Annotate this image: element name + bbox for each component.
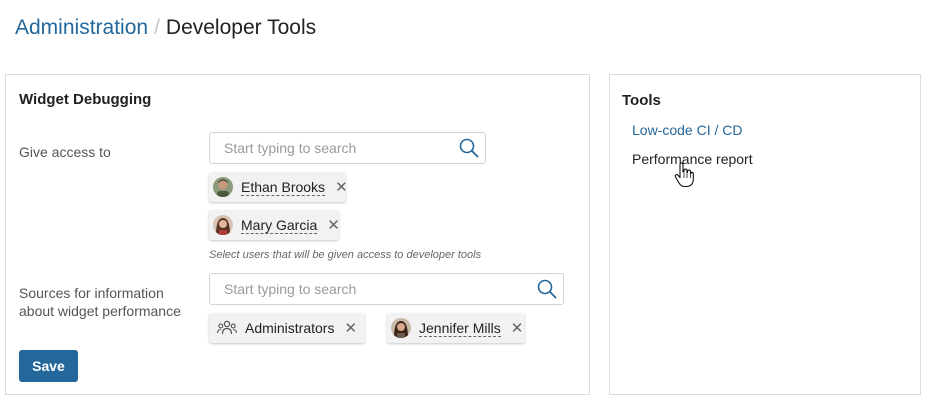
tools-title: Tools xyxy=(622,92,661,109)
breadcrumb: Administration / Developer Tools xyxy=(15,14,316,42)
breadcrumb-administration-link[interactable]: Administration xyxy=(15,16,148,39)
breadcrumb-separator: / xyxy=(154,16,160,39)
give-access-search xyxy=(209,132,486,164)
search-icon[interactable] xyxy=(537,279,557,299)
sources-search xyxy=(209,273,564,305)
avatar xyxy=(391,318,411,338)
sources-label-line2: about widget performance xyxy=(19,303,181,319)
user-chip-jennifer-mills: Jennifer Mills ✕ xyxy=(387,313,525,343)
save-button[interactable]: Save xyxy=(19,350,78,382)
sources-label: Sources for information about widget per… xyxy=(19,284,181,320)
close-icon[interactable]: ✕ xyxy=(317,216,340,234)
give-access-label: Give access to xyxy=(19,144,111,160)
give-access-search-input[interactable] xyxy=(210,133,485,163)
hand-cursor-icon xyxy=(674,162,694,188)
user-chip-name[interactable]: Mary Garcia xyxy=(241,217,318,234)
user-chip-name[interactable]: Jennifer Mills xyxy=(419,320,501,337)
sources-label-line1: Sources for information xyxy=(19,285,164,301)
group-chip-administrators: Administrators ✕ xyxy=(209,313,365,343)
close-icon[interactable]: ✕ xyxy=(334,319,357,337)
page-title: Developer Tools xyxy=(165,16,317,39)
search-icon[interactable] xyxy=(459,138,479,158)
close-icon[interactable]: ✕ xyxy=(501,319,524,337)
widget-debugging-title: Widget Debugging xyxy=(19,91,152,108)
avatar xyxy=(213,177,233,197)
tool-link-low-code-ci-cd[interactable]: Low-code CI / CD xyxy=(632,122,742,138)
user-chip-mary-garcia: Mary Garcia ✕ xyxy=(209,210,340,240)
widget-debugging-panel: Widget Debugging Give access to Ethan Br… xyxy=(5,74,590,395)
user-chip-name[interactable]: Ethan Brooks xyxy=(241,179,326,196)
group-icon xyxy=(217,320,237,335)
tools-panel: Tools Low-code CI / CD Performance repor… xyxy=(609,74,921,395)
close-icon[interactable]: ✕ xyxy=(325,178,348,196)
give-access-hint: Select users that will be given access t… xyxy=(209,249,482,261)
group-chip-name: Administrators xyxy=(245,320,335,336)
user-chip-ethan-brooks: Ethan Brooks ✕ xyxy=(209,172,348,202)
avatar xyxy=(213,215,233,235)
sources-search-input[interactable] xyxy=(210,274,563,304)
